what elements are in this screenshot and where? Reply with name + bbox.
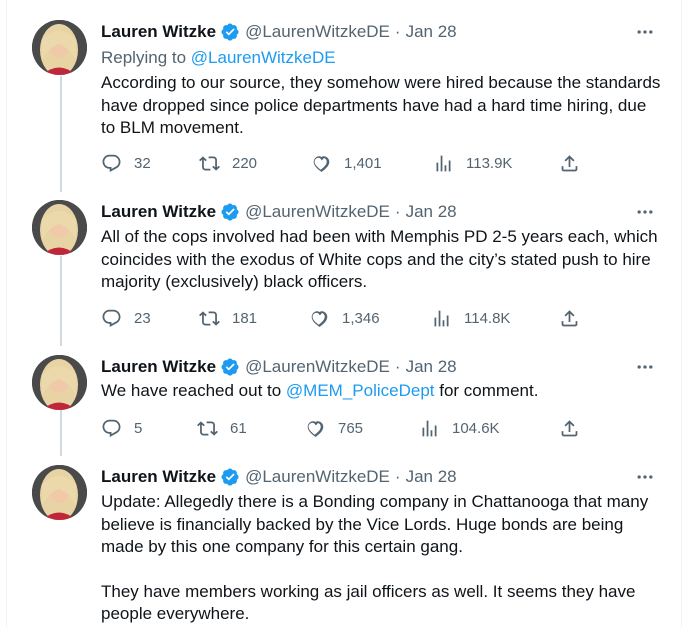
more-icon[interactable] (633, 355, 657, 379)
tweet-date[interactable]: Jan 28 (406, 22, 457, 42)
retweet-button[interactable]: 181 (199, 306, 257, 330)
tweet-body: Replying to @LaurenWitzkeDE According to… (101, 47, 663, 140)
like-count: 1,346 (342, 309, 380, 327)
tweet-date[interactable]: Jan 28 (406, 357, 457, 377)
author-name[interactable]: Lauren Witzke (101, 22, 216, 42)
more-icon[interactable] (633, 465, 657, 489)
avatar[interactable] (32, 465, 87, 520)
author-name[interactable]: Lauren Witzke (101, 467, 216, 487)
like-button[interactable]: 765 (305, 416, 363, 440)
avatar[interactable] (32, 355, 87, 410)
views-count: 104.6K (452, 419, 500, 437)
author-name[interactable]: Lauren Witzke (101, 357, 216, 377)
share-icon (561, 309, 578, 326)
views-count: 113.9K (466, 154, 513, 172)
tweet-text: All of the cops involved had been with M… (101, 227, 658, 291)
tweet-actions: 5 61 765 104.6K (101, 416, 601, 440)
retweet-count: 61 (230, 419, 247, 437)
author-handle[interactable]: @LaurenWitzkeDE (245, 202, 390, 222)
views-icon (434, 310, 449, 326)
avatar[interactable] (32, 20, 87, 75)
tweet[interactable]: Lauren Witzke @LaurenWitzkeDE · Jan 28 W… (7, 355, 683, 455)
separator-dot: · (394, 357, 401, 376)
tweet-body: We have reached out to @MEM_PoliceDept f… (101, 380, 663, 403)
tweet-actions: 23 181 1,346 114.8K (101, 306, 601, 330)
like-icon (311, 310, 328, 327)
author-handle[interactable]: @LaurenWitzkeDE (245, 22, 390, 42)
tweet-body: All of the cops involved had been with M… (101, 226, 663, 294)
views-button[interactable]: 104.6K (419, 416, 500, 440)
like-icon (313, 155, 330, 172)
views-count: 114.8K (464, 309, 511, 327)
separator-dot: · (394, 467, 401, 486)
more-icon[interactable] (633, 20, 657, 44)
views-button[interactable]: 113.9K (433, 151, 512, 175)
tweet[interactable]: Lauren Witzke @LaurenWitzkeDE · Jan 28 A… (7, 200, 683, 340)
retweet-count: 220 (232, 154, 258, 172)
retweet-count: 181 (232, 309, 258, 327)
tweet-text-paragraph: They have members working as jail office… (101, 581, 636, 624)
verified-badge-icon (220, 467, 240, 487)
author-name[interactable]: Lauren Witzke (101, 202, 216, 222)
author-handle[interactable]: @LaurenWitzkeDE (245, 357, 390, 377)
tweet-date[interactable]: Jan 28 (406, 467, 457, 487)
retweet-icon (197, 420, 218, 436)
share-icon (561, 154, 578, 171)
tweet[interactable]: Lauren Witzke @LaurenWitzkeDE · Jan 28 R… (7, 20, 683, 190)
views-button[interactable]: 114.8K (431, 306, 510, 330)
reply-button[interactable]: 32 (101, 151, 151, 175)
like-count: 1,401 (344, 154, 382, 172)
share-button[interactable] (559, 416, 580, 440)
tweet-header: Lauren Witzke @LaurenWitzkeDE · Jan 28 (101, 20, 457, 44)
text-before-mention: We have reached out to (101, 381, 286, 400)
tweet-text: According to our source, they somehow we… (101, 73, 661, 137)
tweet[interactable]: Lauren Witzke @LaurenWitzkeDE · Jan 28 U… (7, 465, 683, 627)
reply-icon (102, 309, 121, 327)
retweet-icon (199, 155, 220, 171)
retweet-icon (199, 310, 220, 326)
avatar[interactable] (32, 200, 87, 255)
tweet-header: Lauren Witzke @LaurenWitzkeDE · Jan 28 (101, 465, 457, 489)
verified-badge-icon (220, 357, 240, 377)
reply-icon (102, 419, 121, 437)
reply-icon (102, 154, 121, 172)
tweet-date[interactable]: Jan 28 (406, 202, 457, 222)
mention-link[interactable]: @MEM_PoliceDept (286, 381, 435, 400)
share-button[interactable] (559, 306, 580, 330)
verified-badge-icon (220, 202, 240, 222)
like-count: 765 (338, 419, 364, 437)
views-icon (436, 155, 451, 171)
text-after-mention: for comment. (434, 381, 539, 400)
tweet-actions: 32 220 1,401 113.9K (101, 151, 601, 175)
tweet-header: Lauren Witzke @LaurenWitzkeDE · Jan 28 (101, 355, 457, 379)
more-icon[interactable] (633, 200, 657, 224)
timeline-thread: Lauren Witzke @LaurenWitzkeDE · Jan 28 R… (6, 0, 682, 627)
tweet-text: We have reached out to @MEM_PoliceDept f… (101, 380, 663, 403)
like-button[interactable]: 1,401 (311, 151, 382, 175)
author-handle[interactable]: @LaurenWitzkeDE (245, 467, 390, 487)
like-button[interactable]: 1,346 (309, 306, 380, 330)
separator-dot: · (394, 202, 401, 221)
replying-to: Replying to @LaurenWitzkeDE (101, 47, 663, 69)
like-icon (307, 420, 324, 437)
separator-dot: · (394, 22, 401, 41)
tweet-body: Update: Allegedly there is a Bonding com… (101, 491, 663, 626)
verified-badge-icon (220, 22, 240, 42)
reply-button[interactable]: 23 (101, 306, 151, 330)
retweet-button[interactable]: 220 (199, 151, 257, 175)
tweet-header: Lauren Witzke @LaurenWitzkeDE · Jan 28 (101, 200, 457, 224)
replying-handle-link[interactable]: @LaurenWitzkeDE (191, 48, 336, 67)
share-icon (561, 419, 578, 436)
reply-button[interactable]: 5 (101, 416, 142, 440)
reply-count: 23 (134, 309, 151, 327)
replying-label: Replying to (101, 48, 187, 67)
tweet-text-paragraph: Update: Allegedly there is a Bonding com… (101, 492, 649, 556)
reply-count: 5 (134, 419, 143, 437)
reply-count: 32 (134, 154, 151, 172)
retweet-button[interactable]: 61 (197, 416, 247, 440)
views-icon (422, 420, 437, 436)
share-button[interactable] (559, 151, 580, 175)
